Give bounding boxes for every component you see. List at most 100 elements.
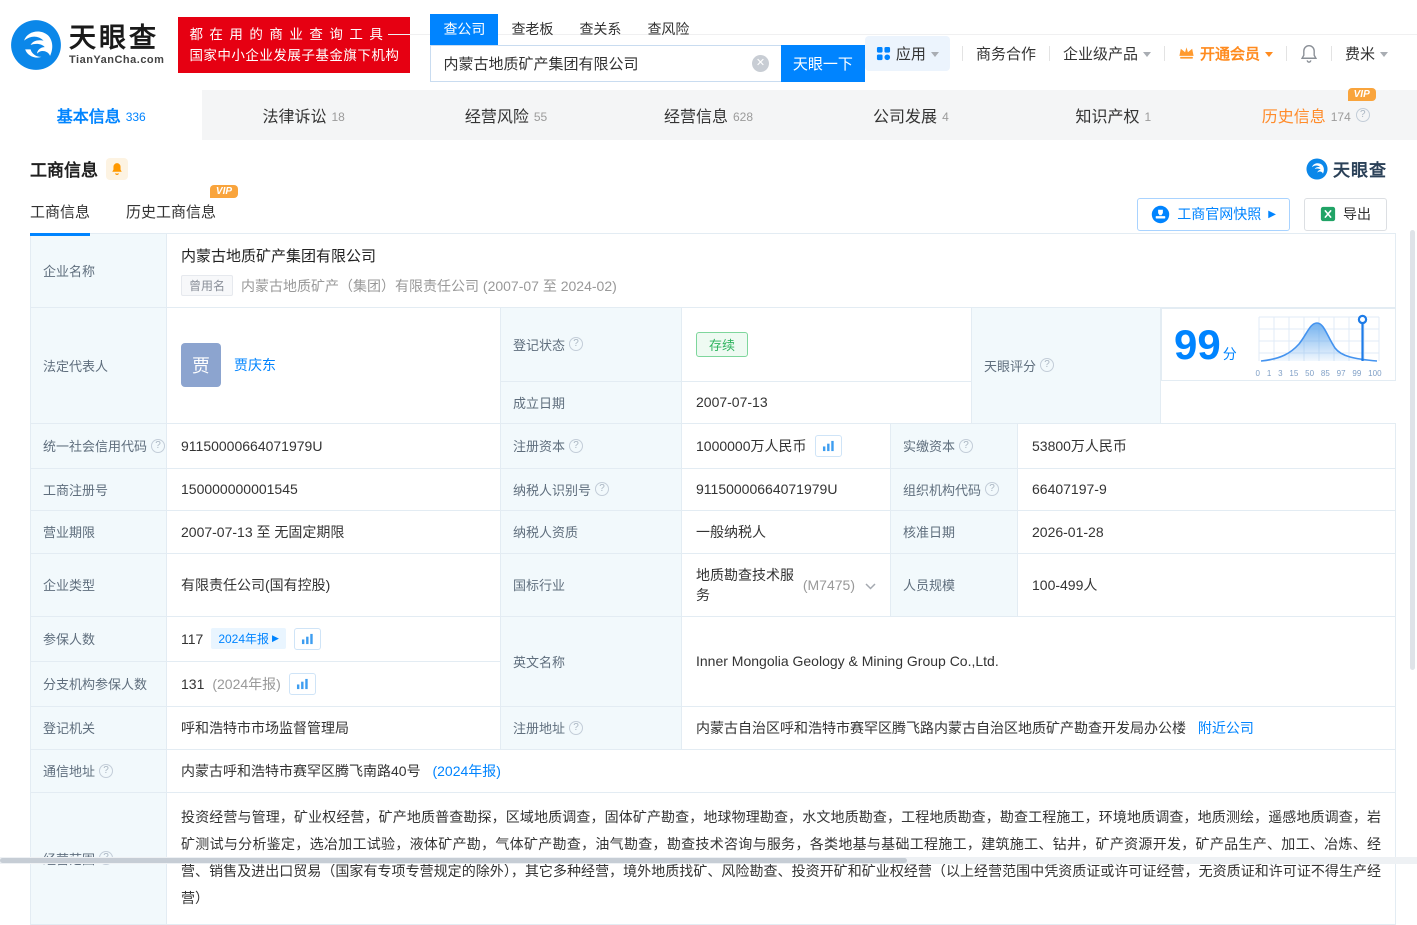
- chevron-down-icon: [930, 51, 939, 57]
- brand-domain: TianYanCha.com: [69, 54, 165, 66]
- table-row: 工商注册号 150000000001545 纳税人识别号? 9115000066…: [30, 467, 1397, 511]
- chevron-down-icon[interactable]: [865, 577, 876, 593]
- vip-badge: VIP: [209, 184, 239, 198]
- approve-date: 2026-01-28: [1016, 509, 1397, 554]
- field-label: 营业期限: [30, 509, 167, 554]
- help-icon[interactable]: ?: [1040, 358, 1055, 373]
- tab-company-development[interactable]: 公司发展 4: [810, 90, 1012, 140]
- horizontal-scrollbar-thumb[interactable]: [0, 858, 907, 863]
- enterprise-products-menu[interactable]: 企业级产品: [1050, 43, 1164, 64]
- status-badge: 存续: [696, 331, 749, 357]
- open-vip-menu[interactable]: 开通会员: [1165, 43, 1286, 64]
- insured-count: 117: [181, 630, 204, 647]
- paid-capital: 53800万人民币: [1016, 422, 1397, 469]
- branch-insured-note: (2024年报): [212, 675, 281, 692]
- business-term: 2007-07-13 至 无固定期限: [166, 509, 501, 554]
- chevron-down-icon: [1380, 51, 1388, 57]
- help-icon[interactable]: ?: [151, 438, 166, 453]
- comm-address-report-link[interactable]: (2024年报): [432, 763, 500, 779]
- tianyancha-logo[interactable]: 天眼查 TianYanCha.com: [10, 19, 164, 71]
- tab-label: 公司发展: [873, 109, 938, 126]
- help-icon[interactable]: ?: [595, 482, 610, 496]
- subtab-business-registration[interactable]: 工商信息: [30, 201, 91, 236]
- company-name: 内蒙古地质矿产集团有限公司: [181, 248, 377, 265]
- branch-insured-trend-chart-icon[interactable]: [288, 672, 316, 695]
- score-distribution-chart: 0 1 3 15 50 85 97 99 100: [1255, 313, 1383, 378]
- help-icon[interactable]: ?: [569, 438, 584, 453]
- communication-address: 内蒙古呼和浩特市赛罕区腾飞南路40号: [181, 762, 421, 779]
- promo-line-1: 都在用的商业查询工具: [189, 27, 390, 42]
- tab-operation-risk[interactable]: 经营风险 55: [405, 90, 607, 140]
- business-cooperation-link[interactable]: 商务合作: [963, 43, 1049, 64]
- vip-badge: VIP: [1347, 88, 1376, 101]
- insured-trend-chart-icon[interactable]: [293, 627, 321, 650]
- registration-number: 150000000001545: [166, 467, 501, 511]
- tianyan-score: 99 分: [1174, 321, 1237, 369]
- nearby-companies-link[interactable]: 附近公司: [1198, 720, 1254, 736]
- tab-label: 经营风险: [464, 109, 529, 126]
- tab-count: 174: [1330, 109, 1351, 124]
- help-icon[interactable]: ?: [1355, 108, 1370, 122]
- excel-icon: [1320, 206, 1336, 222]
- username: 费米: [1344, 45, 1375, 63]
- credit-code: 91150000664071979U: [166, 422, 501, 469]
- snapshot-label: 工商官网快照: [1177, 206, 1262, 222]
- arrow-right-icon: ▶: [1268, 208, 1276, 220]
- clear-search-icon[interactable]: ✕: [751, 55, 769, 72]
- former-name-badge: 曾用名: [181, 275, 234, 296]
- export-button[interactable]: 导出: [1304, 197, 1387, 231]
- subscribe-bell-badge[interactable]: [106, 157, 128, 180]
- tab-count: 55: [533, 109, 548, 124]
- field-label: 天眼评分?: [971, 307, 1161, 424]
- official-snapshot-button[interactable]: 工商官网快照 ▶: [1137, 197, 1290, 231]
- english-name: Inner Mongolia Geology & Mining Group Co…: [680, 615, 1397, 707]
- help-icon[interactable]: ?: [959, 438, 974, 453]
- enterprise-label: 企业级产品: [1062, 45, 1138, 63]
- tab-label: 知识产权: [1075, 109, 1140, 126]
- field-label: 注册地址?: [500, 705, 682, 750]
- search-button[interactable]: 天眼一下: [780, 45, 865, 82]
- tab-basic-info[interactable]: 基本信息 336: [0, 90, 203, 140]
- user-menu[interactable]: 费米: [1332, 43, 1401, 64]
- field-label: 纳税人资质: [500, 509, 682, 554]
- tab-intellectual-property[interactable]: 知识产权 1: [1012, 90, 1214, 140]
- field-label: 企业名称: [30, 233, 167, 308]
- tab-history-info[interactable]: VIP 历史信息 174 ?: [1215, 88, 1417, 140]
- search-tab-company[interactable]: 查公司: [430, 14, 499, 45]
- legal-rep-link[interactable]: 贾庆东: [234, 355, 276, 375]
- field-label: 人员规模: [890, 552, 1018, 617]
- top-navigation: 应用 商务合作 企业级产品 开通会员 费米: [864, 35, 1401, 71]
- annual-report-badge[interactable]: 2024年报 ▶: [211, 628, 286, 649]
- search-tab-risk[interactable]: 查风险: [634, 14, 702, 45]
- notifications-button[interactable]: [1287, 44, 1331, 63]
- table-row: 统一社会信用代码? 91150000664071979U 注册资本? 10000…: [30, 422, 1397, 469]
- vertical-scrollbar-thumb[interactable]: [1410, 230, 1415, 670]
- top-bar: 天眼查 TianYanCha.com 都在用的商业查询工具 国家中小企业发展子基…: [0, 0, 1417, 90]
- table-row: 参保人数 117 2024年报 ▶ 英文名称 Inner Mongolia Geo…: [30, 615, 1397, 707]
- help-icon[interactable]: ?: [569, 720, 584, 735]
- search-tab-relation[interactable]: 查关系: [566, 14, 634, 45]
- apps-menu[interactable]: 应用: [864, 35, 950, 71]
- search-input[interactable]: [430, 45, 781, 82]
- table-row: 企业名称 内蒙古地质矿产集团有限公司 曾用名 内蒙古地质矿产（集团）有限责任公司…: [30, 233, 1397, 308]
- field-label: 通信地址?: [30, 748, 167, 793]
- help-icon[interactable]: ?: [569, 337, 584, 352]
- legal-rep-avatar[interactable]: 贾: [181, 343, 221, 388]
- section-title: 工商信息: [30, 161, 98, 180]
- table-row: 通信地址? 内蒙古呼和浩特市赛罕区腾飞南路40号 (2024年报): [30, 748, 1397, 793]
- help-icon[interactable]: ?: [985, 482, 1000, 496]
- subtab-history-registration[interactable]: VIP 历史工商信息: [126, 184, 239, 236]
- registration-authority: 呼和浩特市市场监督管理局: [166, 705, 501, 750]
- company-type: 有限责任公司(国有控股): [166, 552, 501, 617]
- taxpayer-id: 91150000664071979U: [681, 467, 891, 511]
- search-tab-boss[interactable]: 查老板: [498, 14, 566, 45]
- search-type-tabs: 查公司 查老板 查关系 查风险: [430, 14, 864, 45]
- tab-business-info[interactable]: 经营信息 628: [607, 90, 809, 140]
- tab-count: 18: [331, 109, 345, 124]
- horizontal-scrollbar[interactable]: [0, 857, 1417, 864]
- export-label: 导出: [1343, 206, 1371, 222]
- capital-trend-chart-icon[interactable]: [814, 434, 842, 457]
- tab-legal-proceedings[interactable]: 法律诉讼 18: [202, 90, 404, 140]
- taxpayer-quality: 一般纳税人: [681, 509, 891, 554]
- help-icon[interactable]: ?: [99, 763, 114, 778]
